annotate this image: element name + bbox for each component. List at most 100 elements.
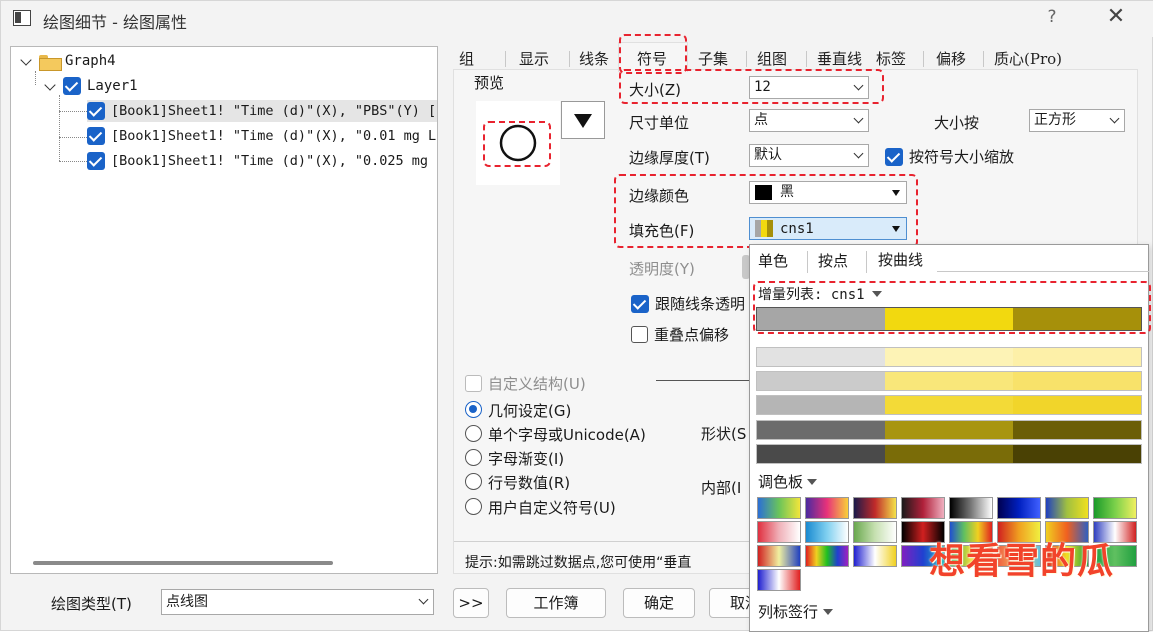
radio-user-symbol-label: 用户自定义符号(U): [488, 499, 616, 517]
plot-tree-panel[interactable]: Graph4 Layer1 [Book1]Sheet1! "Time (d)"(…: [10, 46, 438, 574]
tree-node-plot-label: [Book1]Sheet1! "Time (d)"(X), "0.025 mg: [111, 153, 428, 169]
popup-tab-single[interactable]: 单色: [758, 250, 788, 271]
palette-label[interactable]: 调色板: [758, 471, 803, 492]
custom-construct-checkbox[interactable]: [465, 375, 482, 392]
size-label: 大小(Z): [629, 81, 681, 99]
tab-label[interactable]: 标签: [876, 48, 906, 72]
expand-chevron-icon[interactable]: [19, 54, 33, 68]
palette-swatch[interactable]: [805, 497, 849, 519]
tab-centroid[interactable]: 质心(Pro): [994, 48, 1062, 72]
color-ramp-option[interactable]: [756, 444, 1142, 464]
palette-swatch[interactable]: [997, 497, 1041, 519]
popup-tab-by-point[interactable]: 按点: [818, 250, 848, 271]
expand-chevron-icon[interactable]: [43, 79, 57, 93]
plot-checkbox[interactable]: [87, 127, 105, 145]
edge-thickness-combobox[interactable]: 默认: [749, 144, 869, 167]
radio-geometry[interactable]: [465, 401, 482, 418]
scale-with-size-checkbox[interactable]: [885, 147, 903, 166]
chevron-down-icon: [853, 148, 864, 159]
popup-tab-separator: [807, 251, 808, 273]
edge-thickness-label: 边缘厚度(T): [629, 149, 710, 167]
palette-swatch[interactable]: [1093, 497, 1137, 519]
radio-single-char[interactable]: [465, 425, 482, 442]
radio-char-gradient[interactable]: [465, 449, 482, 466]
radio-row-number[interactable]: [465, 473, 482, 490]
unit-value: 点: [754, 112, 768, 128]
close-button[interactable]: ✕: [1104, 5, 1128, 29]
color-ramp-option[interactable]: [756, 395, 1142, 415]
tree-node-graph[interactable]: Graph4: [19, 50, 116, 72]
palette-swatch[interactable]: [1045, 497, 1089, 519]
palette-swatch[interactable]: [853, 545, 897, 567]
palette-swatch[interactable]: [949, 497, 993, 519]
edge-color-combobox[interactable]: 黑: [749, 181, 907, 204]
folder-icon: [39, 53, 62, 71]
radio-user-symbol[interactable]: [465, 498, 482, 515]
increment-list-label[interactable]: 增量列表: cns1: [758, 284, 865, 304]
color-ramp-option[interactable]: [756, 420, 1142, 440]
tab-display[interactable]: 显示: [519, 48, 549, 72]
palette-swatch[interactable]: [901, 497, 945, 519]
plot-checkbox[interactable]: [87, 152, 105, 170]
palette-swatch[interactable]: [853, 497, 897, 519]
overlap-offset-label: 重叠点偏移: [654, 326, 730, 344]
color-ramp-option[interactable]: [756, 371, 1142, 391]
tab-group-plot[interactable]: 组图: [757, 48, 787, 72]
tab-separator: [569, 51, 570, 67]
overlap-offset-option[interactable]: 重叠点偏移: [631, 324, 729, 345]
palette-swatch[interactable]: [805, 521, 849, 543]
plot-type-value: 点线图: [166, 594, 208, 610]
popup-tab-by-curve[interactable]: 按曲线: [878, 249, 923, 270]
radio-geometry-label: 几何设定(G): [488, 402, 572, 420]
ok-button[interactable]: 确定: [623, 588, 695, 618]
workbook-button[interactable]: 工作簿: [506, 588, 606, 618]
tab-offset[interactable]: 偏移: [936, 48, 966, 72]
tab-line[interactable]: 线条: [579, 48, 609, 72]
expand-button[interactable]: >>: [453, 588, 489, 618]
palette-swatch[interactable]: [853, 521, 897, 543]
tree-node-plot-1[interactable]: [Book1]Sheet1! "Time (d)"(X), "PBS"(Y) [: [87, 100, 437, 122]
plot-checkbox[interactable]: [87, 102, 105, 120]
palette-swatch[interactable]: [757, 521, 801, 543]
chevron-down-icon: [1109, 113, 1120, 124]
palette-swatch[interactable]: [757, 569, 801, 591]
unit-combobox[interactable]: 点: [749, 109, 869, 132]
scale-with-size-option[interactable]: 按符号大小缩放: [885, 146, 1014, 167]
custom-construct-option[interactable]: 自定义结构(U): [465, 373, 586, 394]
overlap-offset-checkbox[interactable]: [631, 326, 648, 343]
tab-subset[interactable]: 子集: [698, 48, 728, 72]
color-ramp-option[interactable]: [756, 347, 1142, 367]
palette-swatch[interactable]: [757, 497, 801, 519]
column-label-row-label[interactable]: 列标签行: [758, 601, 818, 622]
size-by-label: 大小按: [934, 114, 980, 132]
tab-drop-lines[interactable]: 垂直线: [817, 48, 862, 72]
unit-label: 尺寸单位: [629, 114, 690, 132]
help-button[interactable]: ?: [1041, 7, 1063, 29]
tree-node-plot-3[interactable]: [Book1]Sheet1! "Time (d)"(X), "0.025 mg: [87, 150, 437, 172]
tree-node-plot-2[interactable]: [Book1]Sheet1! "Time (d)"(X), "0.01 mg L: [87, 125, 437, 147]
popup-tab-separator: [866, 251, 867, 273]
tab-symbol[interactable]: 符号: [637, 48, 667, 72]
tree-horizontal-scrollbar[interactable]: [33, 561, 333, 565]
dropdown-arrow-icon: [892, 190, 900, 196]
follow-line-checkbox[interactable]: [631, 294, 649, 313]
fill-color-combobox[interactable]: cns1: [749, 217, 907, 240]
tab-separator: [983, 51, 984, 67]
tab-group[interactable]: 组: [459, 48, 474, 72]
plot-type-combobox[interactable]: 点线图: [161, 589, 434, 615]
symbol-gallery-dropdown-button[interactable]: [561, 101, 605, 139]
tab-separator: [505, 51, 506, 67]
fill-color-label: 填充色(F): [629, 222, 695, 240]
watermark-text: 想看雪的瓜: [929, 541, 1115, 582]
size-by-combobox[interactable]: 正方形: [1029, 109, 1125, 132]
palette-swatch[interactable]: [757, 545, 801, 567]
selected-color-ramp[interactable]: [756, 307, 1142, 331]
size-combobox[interactable]: 12: [749, 76, 869, 99]
layer-checkbox[interactable]: [63, 77, 81, 95]
palette-swatch[interactable]: [805, 545, 849, 567]
circle-symbol-icon: [499, 124, 537, 162]
title-bar: 绘图细节 - 绘图属性 ? ✕: [1, 1, 1153, 37]
follow-line-option[interactable]: 跟随线条透明: [631, 293, 745, 314]
section-divider: [656, 380, 751, 381]
tree-node-layer[interactable]: Layer1: [43, 75, 138, 97]
